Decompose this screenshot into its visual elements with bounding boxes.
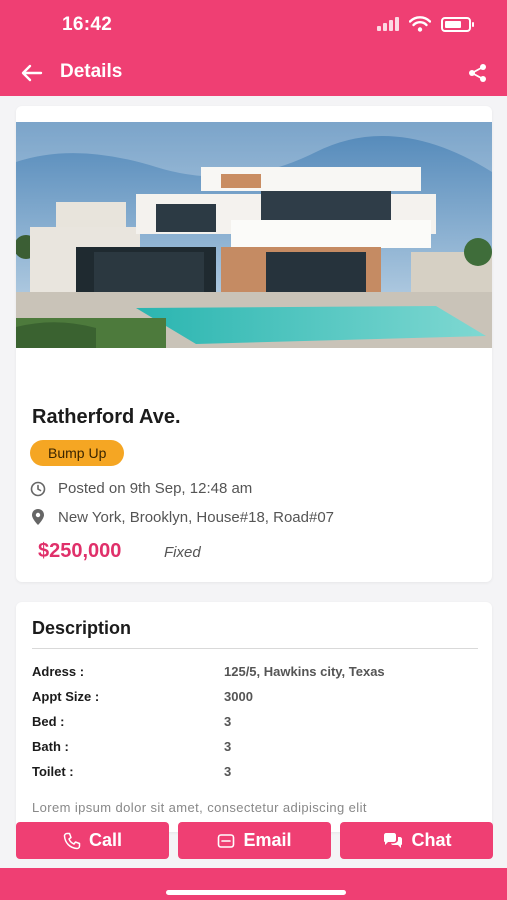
call-button[interactable]: Call xyxy=(16,822,169,859)
spec-value: 3 xyxy=(224,739,232,754)
wifi-icon xyxy=(409,16,431,32)
spec-value: 3 xyxy=(224,714,232,729)
share-button[interactable] xyxy=(465,60,491,86)
email-label: Email xyxy=(243,830,292,850)
property-title: Ratherford Ave. xyxy=(32,406,181,428)
posted-date: Posted on 9th Sep, 12:48 am xyxy=(58,480,253,497)
spec-label: Bath : xyxy=(32,739,69,754)
email-button[interactable]: Email xyxy=(178,822,331,859)
property-photo[interactable] xyxy=(16,122,492,348)
arrow-left-icon xyxy=(21,64,43,82)
spec-row-toilet: Toilet : 3 xyxy=(32,764,478,786)
status-time: 16:42 xyxy=(62,14,113,35)
bump-up-badge[interactable]: Bump Up xyxy=(30,440,125,466)
price-type: Fixed xyxy=(164,544,201,561)
battery-icon xyxy=(441,16,474,32)
divider xyxy=(32,648,478,649)
spec-label: Toilet : xyxy=(32,764,74,779)
location-text: New York, Brooklyn, House#18, Road#07 xyxy=(58,508,335,526)
mail-icon xyxy=(218,833,235,848)
price: $250,000 xyxy=(38,540,122,562)
app-bar: Details xyxy=(0,50,507,96)
spec-value: 3 xyxy=(224,764,232,779)
spec-row-appt-size: Appt Size : 3000 xyxy=(32,689,478,711)
share-icon xyxy=(469,64,486,82)
description-heading: Description xyxy=(32,618,132,638)
page-title: Details xyxy=(60,61,123,82)
spec-row-bath: Bath : 3 xyxy=(32,739,478,761)
cellular-signal-icon xyxy=(377,17,399,31)
description-card: Description Adress : 125/5, Hawkins city… xyxy=(16,602,492,832)
chat-label: Chat xyxy=(411,830,452,850)
chat-bubbles-icon xyxy=(383,832,402,848)
spec-row-bed: Bed : 3 xyxy=(32,714,478,736)
spec-label: Appt Size : xyxy=(32,689,100,704)
posted-row: Posted on 9th Sep, 12:48 am xyxy=(30,480,252,497)
location-row: New York, Brooklyn, House#18, Road#07 xyxy=(30,508,334,526)
status-bar: 16:42 xyxy=(0,0,507,50)
spec-row-address: Adress : 125/5, Hawkins city, Texas xyxy=(32,664,478,686)
call-label: Call xyxy=(88,830,122,850)
house-image xyxy=(16,122,492,348)
spec-label: Adress : xyxy=(32,664,85,679)
bottom-bar xyxy=(0,868,507,900)
spec-value: 3000 xyxy=(224,689,253,704)
spec-label: Bed : xyxy=(32,714,65,729)
chat-button[interactable]: Chat xyxy=(340,822,493,859)
home-indicator[interactable] xyxy=(166,890,346,895)
clock-icon xyxy=(30,481,46,496)
listing-card: Ratherford Ave. Bump Up Posted on 9th Se… xyxy=(16,106,492,582)
back-button[interactable] xyxy=(18,59,46,87)
map-pin-icon xyxy=(32,509,44,525)
phone-icon xyxy=(63,832,81,849)
description-body: Lorem ipsum dolor sit amet, consectetur … xyxy=(32,800,367,815)
spec-value: 125/5, Hawkins city, Texas xyxy=(224,664,385,679)
status-icons xyxy=(377,16,474,32)
action-bar: Call Email Chat xyxy=(0,822,507,862)
